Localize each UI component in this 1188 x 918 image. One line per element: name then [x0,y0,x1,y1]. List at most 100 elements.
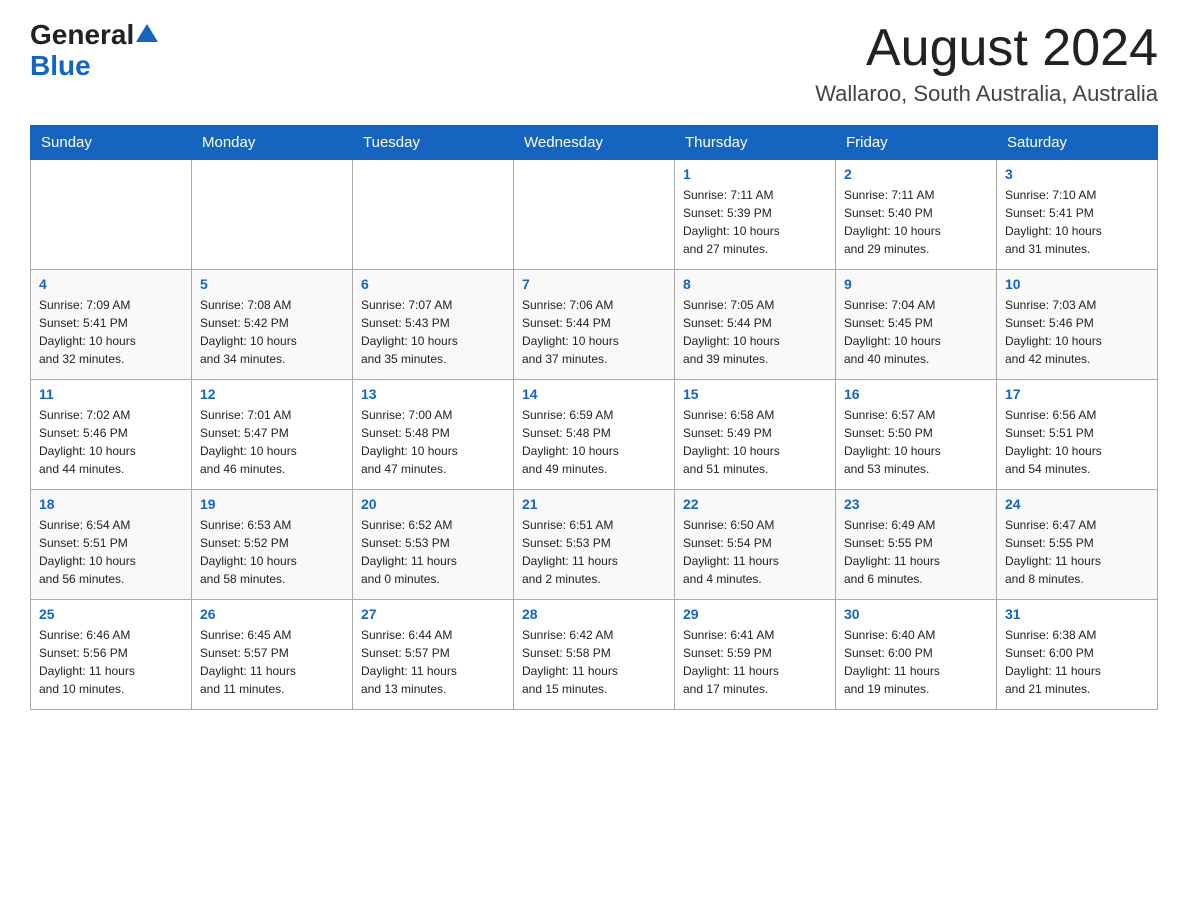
day-info: Sunrise: 6:41 AM Sunset: 5:59 PM Dayligh… [683,626,827,698]
week-row-2: 4 Sunrise: 7:09 AM Sunset: 5:41 PM Daylig… [31,270,1158,380]
day-number: 29 [683,606,827,622]
day-number: 19 [200,496,344,512]
weekday-header-monday: Monday [192,126,353,160]
calendar-cell: 31Sunrise: 6:38 AM Sunset: 6:00 PM Dayli… [997,600,1158,710]
day-number: 28 [522,606,666,622]
title-area: August 2024 Wallaroo, South Australia, A… [815,20,1158,107]
day-number: 7 [522,276,666,292]
day-number: 24 [1005,496,1149,512]
calendar-cell: 17Sunrise: 6:56 AM Sunset: 5:51 PM Dayli… [997,380,1158,490]
day-info: Sunrise: 7:02 AM Sunset: 5:46 PM Dayligh… [39,406,183,478]
day-info: Sunrise: 6:57 AM Sunset: 5:50 PM Dayligh… [844,406,988,478]
day-number: 6 [361,276,505,292]
weekday-header-saturday: Saturday [997,126,1158,160]
day-info: Sunrise: 7:04 AM Sunset: 5:45 PM Dayligh… [844,296,988,368]
logo-general: General [30,20,134,51]
calendar-cell: 25 Sunrise: 6:46 AM Sunset: 5:56 PM Dayli… [31,600,192,710]
calendar-cell [31,160,192,270]
day-number: 30 [844,606,988,622]
day-number: 31 [1005,606,1149,622]
day-number: 15 [683,386,827,402]
day-number: 23 [844,496,988,512]
day-number: 12 [200,386,344,402]
day-info: Sunrise: 6:42 AM Sunset: 5:58 PM Dayligh… [522,626,666,698]
day-info: Sunrise: 6:59 AM Sunset: 5:48 PM Dayligh… [522,406,666,478]
day-number: 10 [1005,276,1149,292]
calendar-cell: 20Sunrise: 6:52 AM Sunset: 5:53 PM Dayli… [353,490,514,600]
calendar-cell: 11 Sunrise: 7:02 AM Sunset: 5:46 PM Dayli… [31,380,192,490]
calendar-cell: 1 Sunrise: 7:11 AM Sunset: 5:39 PM Daylig… [675,160,836,270]
calendar-cell: 24 Sunrise: 6:47 AM Sunset: 5:55 PM Dayli… [997,490,1158,600]
day-info: Sunrise: 6:47 AM Sunset: 5:55 PM Dayligh… [1005,516,1149,588]
page-header: General Blue August 2024 Wallaroo, South… [30,20,1158,107]
day-info: Sunrise: 6:49 AM Sunset: 5:55 PM Dayligh… [844,516,988,588]
week-row-4: 18 Sunrise: 6:54 AM Sunset: 5:51 PM Dayli… [31,490,1158,600]
logo-triangle-icon [136,22,158,44]
calendar-cell: 5 Sunrise: 7:08 AM Sunset: 5:42 PM Daylig… [192,270,353,380]
calendar-cell: 10Sunrise: 7:03 AM Sunset: 5:46 PM Dayli… [997,270,1158,380]
day-info: Sunrise: 7:11 AM Sunset: 5:39 PM Dayligh… [683,186,827,258]
weekday-header-row: SundayMondayTuesdayWednesdayThursdayFrid… [31,126,1158,160]
day-number: 4 [39,276,183,292]
weekday-header-tuesday: Tuesday [353,126,514,160]
calendar-cell [353,160,514,270]
day-number: 8 [683,276,827,292]
calendar-cell: 22Sunrise: 6:50 AM Sunset: 5:54 PM Dayli… [675,490,836,600]
calendar-cell: 28 Sunrise: 6:42 AM Sunset: 5:58 PM Dayli… [514,600,675,710]
calendar-cell: 13 Sunrise: 7:00 AM Sunset: 5:48 PM Dayli… [353,380,514,490]
calendar-cell: 29 Sunrise: 6:41 AM Sunset: 5:59 PM Dayli… [675,600,836,710]
day-number: 3 [1005,166,1149,182]
calendar-cell: 26 Sunrise: 6:45 AM Sunset: 5:57 PM Dayli… [192,600,353,710]
calendar-cell: 9 Sunrise: 7:04 AM Sunset: 5:45 PM Daylig… [836,270,997,380]
calendar-cell: 27 Sunrise: 6:44 AM Sunset: 5:57 PM Dayli… [353,600,514,710]
day-info: Sunrise: 6:46 AM Sunset: 5:56 PM Dayligh… [39,626,183,698]
day-info: Sunrise: 7:11 AM Sunset: 5:40 PM Dayligh… [844,186,988,258]
calendar-cell: 8 Sunrise: 7:05 AM Sunset: 5:44 PM Daylig… [675,270,836,380]
day-number: 17 [1005,386,1149,402]
day-number: 2 [844,166,988,182]
day-info: Sunrise: 6:58 AM Sunset: 5:49 PM Dayligh… [683,406,827,478]
calendar-cell: 30Sunrise: 6:40 AM Sunset: 6:00 PM Dayli… [836,600,997,710]
calendar-cell: 3 Sunrise: 7:10 AM Sunset: 5:41 PM Daylig… [997,160,1158,270]
week-row-5: 25 Sunrise: 6:46 AM Sunset: 5:56 PM Dayli… [31,600,1158,710]
day-info: Sunrise: 7:08 AM Sunset: 5:42 PM Dayligh… [200,296,344,368]
day-info: Sunrise: 7:01 AM Sunset: 5:47 PM Dayligh… [200,406,344,478]
day-info: Sunrise: 7:07 AM Sunset: 5:43 PM Dayligh… [361,296,505,368]
calendar-cell: 21 Sunrise: 6:51 AM Sunset: 5:53 PM Dayli… [514,490,675,600]
calendar-cell: 7Sunrise: 7:06 AM Sunset: 5:44 PM Daylig… [514,270,675,380]
day-number: 11 [39,386,183,402]
calendar-cell: 14Sunrise: 6:59 AM Sunset: 5:48 PM Dayli… [514,380,675,490]
calendar-cell [192,160,353,270]
day-number: 13 [361,386,505,402]
weekday-header-thursday: Thursday [675,126,836,160]
calendar-cell [514,160,675,270]
day-number: 27 [361,606,505,622]
day-info: Sunrise: 6:44 AM Sunset: 5:57 PM Dayligh… [361,626,505,698]
day-info: Sunrise: 6:54 AM Sunset: 5:51 PM Dayligh… [39,516,183,588]
day-number: 21 [522,496,666,512]
day-number: 1 [683,166,827,182]
day-number: 18 [39,496,183,512]
day-number: 25 [39,606,183,622]
calendar-cell: 2 Sunrise: 7:11 AM Sunset: 5:40 PM Daylig… [836,160,997,270]
day-number: 26 [200,606,344,622]
month-year-title: August 2024 [815,20,1158,77]
day-number: 9 [844,276,988,292]
calendar-cell: 15 Sunrise: 6:58 AM Sunset: 5:49 PM Dayli… [675,380,836,490]
day-number: 5 [200,276,344,292]
calendar-cell: 12 Sunrise: 7:01 AM Sunset: 5:47 PM Dayli… [192,380,353,490]
day-info: Sunrise: 7:05 AM Sunset: 5:44 PM Dayligh… [683,296,827,368]
day-info: Sunrise: 6:53 AM Sunset: 5:52 PM Dayligh… [200,516,344,588]
logo-blue: Blue [30,51,91,82]
day-info: Sunrise: 6:51 AM Sunset: 5:53 PM Dayligh… [522,516,666,588]
calendar-cell: 4 Sunrise: 7:09 AM Sunset: 5:41 PM Daylig… [31,270,192,380]
calendar-cell: 6 Sunrise: 7:07 AM Sunset: 5:43 PM Daylig… [353,270,514,380]
day-info: Sunrise: 7:10 AM Sunset: 5:41 PM Dayligh… [1005,186,1149,258]
weekday-header-wednesday: Wednesday [514,126,675,160]
day-info: Sunrise: 7:00 AM Sunset: 5:48 PM Dayligh… [361,406,505,478]
day-number: 20 [361,496,505,512]
day-info: Sunrise: 6:45 AM Sunset: 5:57 PM Dayligh… [200,626,344,698]
day-info: Sunrise: 7:09 AM Sunset: 5:41 PM Dayligh… [39,296,183,368]
weekday-header-sunday: Sunday [31,126,192,160]
week-row-3: 11 Sunrise: 7:02 AM Sunset: 5:46 PM Dayli… [31,380,1158,490]
